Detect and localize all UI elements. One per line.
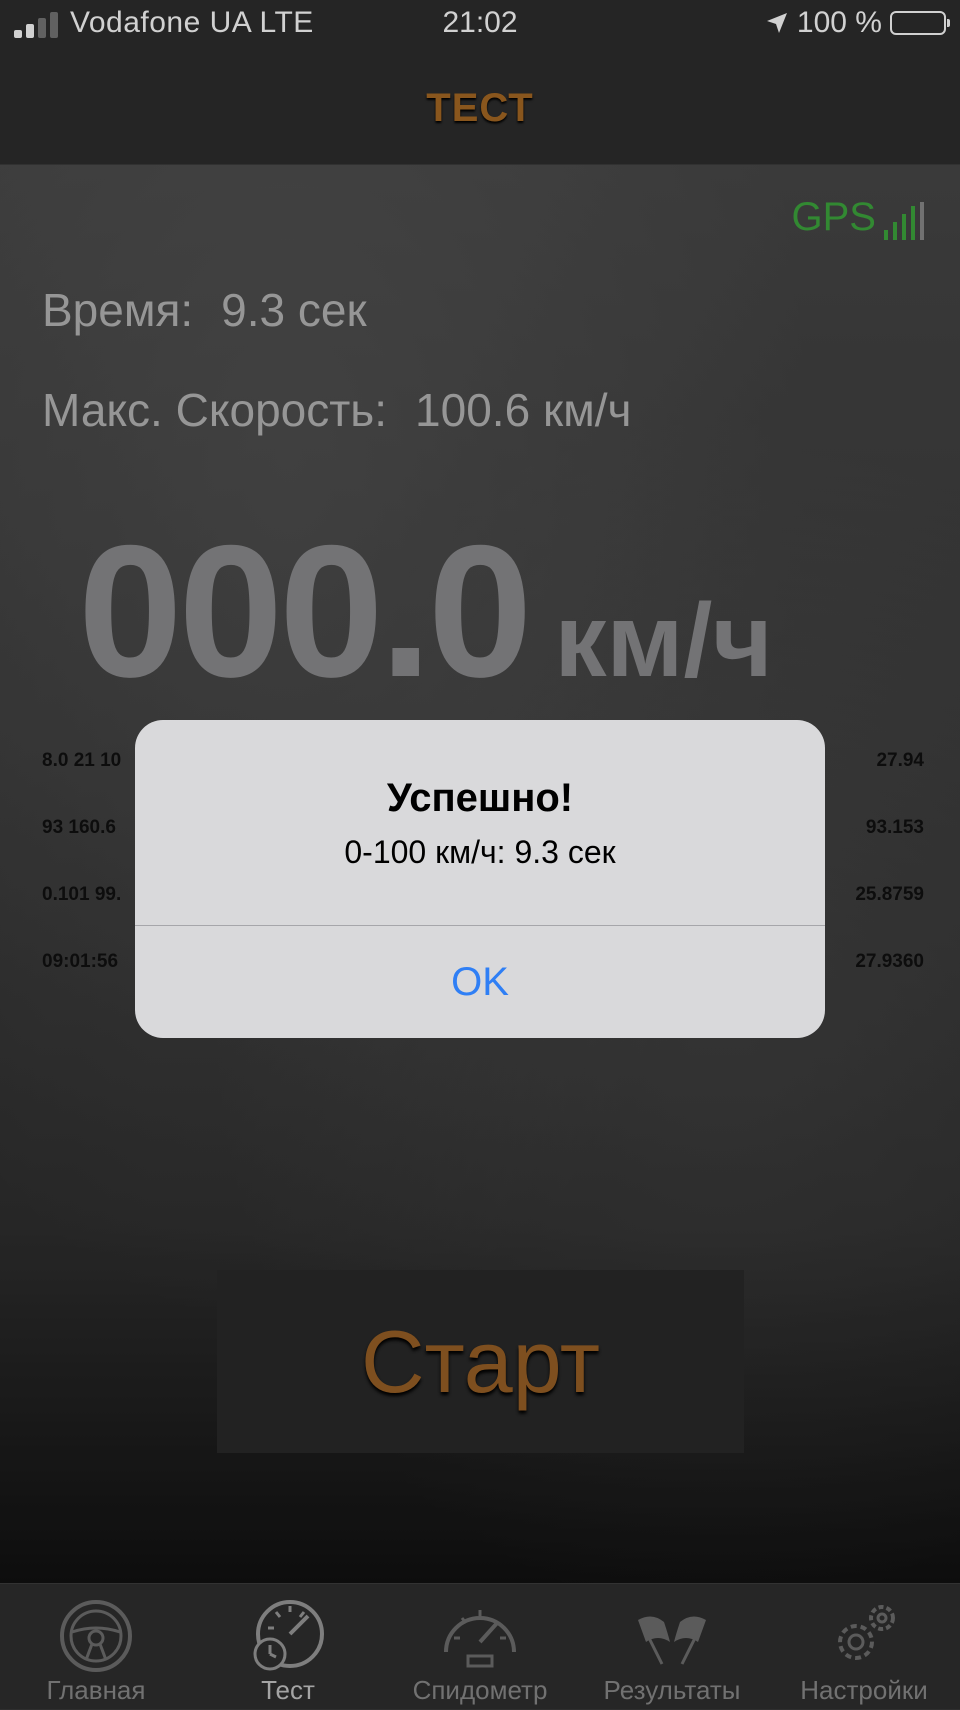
alert-title: Успешно! [386, 776, 574, 820]
success-alert: Успешно! 0-100 км/ч: 9.3 сек OK [135, 720, 825, 1038]
ok-button[interactable]: OK [135, 926, 825, 1038]
alert-message: 0-100 км/ч: 9.3 сек [344, 834, 616, 870]
